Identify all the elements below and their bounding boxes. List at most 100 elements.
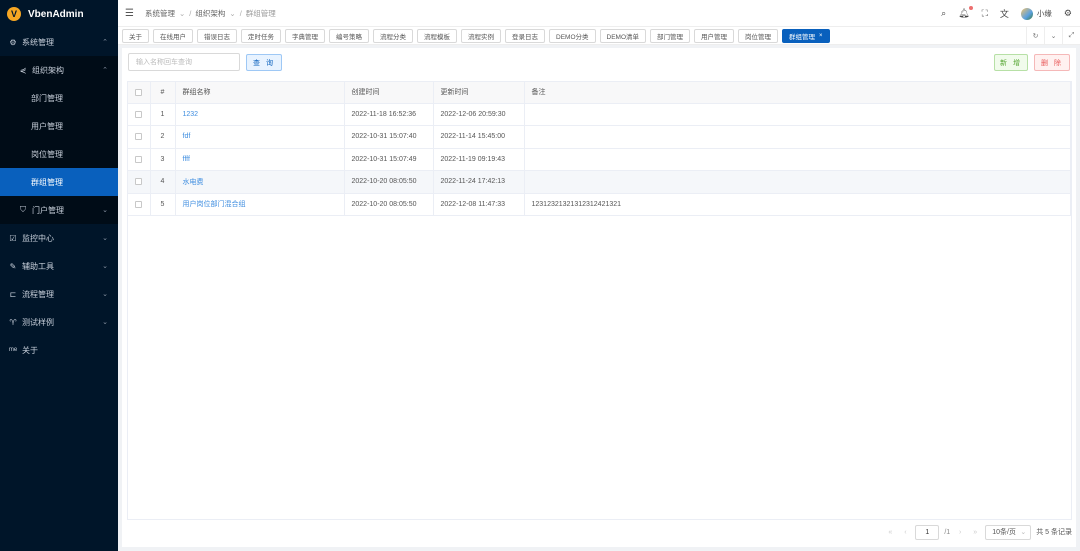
close-icon[interactable]: ×: [819, 33, 823, 39]
sidebar-item-users[interactable]: 用户管理: [0, 112, 118, 140]
sidebar-item-label: 岗位管理: [31, 149, 63, 159]
table-header-row: # 群组名称 创建时间 更新时间 备注: [128, 82, 1071, 104]
remark: [524, 170, 1071, 194]
sidebar-item-label: 部门管理: [31, 93, 63, 103]
table-row[interactable]: 1 1232 2022-11-18 16:52:36 2022-12-06 20…: [128, 103, 1071, 126]
tab-numbering[interactable]: 编号策略: [329, 28, 369, 43]
expand-icon[interactable]: ⤢: [1062, 27, 1080, 45]
prev-page-icon[interactable]: ‹: [900, 529, 910, 536]
group-name-link[interactable]: fdf: [175, 125, 345, 149]
query-button[interactable]: 查 询: [246, 54, 282, 71]
table-row[interactable]: 3 ffff 2022-10-31 15:07:49 2022-11-19 09…: [128, 148, 1071, 171]
row-index: 2: [150, 125, 176, 149]
table-row[interactable]: 4 水电费 2022-10-20 08:05:50 2022-11-24 17:…: [128, 170, 1071, 194]
breadcrumb-item-org[interactable]: 组织架构: [195, 8, 225, 19]
tab-scheduled-tasks[interactable]: 定时任务: [241, 28, 281, 43]
row-checkbox[interactable]: [128, 193, 151, 216]
created-time: 2022-11-18 16:52:36: [344, 103, 434, 126]
sidebar-item-test[interactable]: ♈ 测试样例 ⌄: [0, 308, 118, 336]
tab-users[interactable]: 用户管理: [694, 28, 734, 43]
vben-logo-icon: V: [7, 7, 21, 21]
sidebar-item-groups[interactable]: 群组管理: [0, 168, 118, 196]
tab-department[interactable]: 部门管理: [650, 28, 690, 43]
tab-flow-category[interactable]: 流程分类: [373, 28, 413, 43]
chevron-down-icon[interactable]: ⌄: [1044, 27, 1062, 45]
chevron-up-icon: ⌃: [102, 67, 108, 74]
tab-dictionary[interactable]: 字典管理: [285, 28, 325, 43]
fullscreen-icon[interactable]: ⛶: [982, 8, 988, 19]
updated-time: 2022-12-06 20:59:30: [433, 103, 525, 126]
group-name-link[interactable]: ffff: [175, 148, 345, 171]
row-checkbox[interactable]: [128, 103, 151, 126]
sidebar-item-positions[interactable]: 岗位管理: [0, 140, 118, 168]
bell-icon[interactable]: 🔔︎: [958, 6, 973, 19]
remark: [524, 103, 1071, 126]
first-page-icon[interactable]: «: [885, 529, 895, 536]
tab-groups[interactable]: 群组管理 ×: [782, 28, 830, 43]
search-icon[interactable]: ⌕: [941, 8, 946, 19]
group-name-link[interactable]: 水电费: [175, 170, 345, 194]
checkbox-box: [135, 178, 143, 186]
sidebar-item-label: 系统管理: [22, 37, 54, 47]
last-page-icon[interactable]: »: [970, 529, 980, 536]
sidebar-item-org[interactable]: ⋞ 组织架构 ⌃: [0, 56, 118, 84]
translate-icon[interactable]: 文: [1000, 7, 1009, 20]
sidebar-item-tools[interactable]: ✎ 辅助工具 ⌄: [0, 252, 118, 280]
created-time: 2022-10-20 08:05:50: [344, 170, 434, 194]
page-size-select[interactable]: 10条/页 ⌄: [985, 524, 1032, 540]
notification-dot: [968, 6, 973, 10]
sidebar-item-label: 监控中心: [22, 233, 54, 243]
tab-positions[interactable]: 岗位管理: [738, 28, 778, 43]
row-checkbox[interactable]: [128, 170, 151, 194]
app-logo[interactable]: V VbenAdmin: [0, 0, 118, 28]
user-name[interactable]: 小缘: [1037, 8, 1052, 19]
tab-about[interactable]: 关于: [122, 28, 149, 43]
groups-table: # 群组名称 创建时间 更新时间 备注 1 1232 2022-11-18 16…: [127, 81, 1072, 520]
settings-icon[interactable]: ⚙: [1064, 8, 1072, 19]
refresh-icon[interactable]: ↻: [1026, 27, 1044, 45]
group-name-link[interactable]: 用户岗位部门混合组: [175, 193, 345, 216]
row-checkbox[interactable]: [128, 148, 151, 171]
avatar[interactable]: [1020, 7, 1033, 20]
page-size-value: 10条/页: [992, 529, 1016, 536]
tab-flow-template[interactable]: 流程模板: [417, 28, 457, 43]
checkbox-box: [135, 110, 143, 118]
chevron-down-icon: ⌄: [102, 235, 108, 242]
menu-fold-icon[interactable]: ☰: [125, 8, 139, 19]
table-row[interactable]: 2 fdf 2022-10-31 15:07:40 2022-11-14 15:…: [128, 125, 1071, 149]
sidebar-item-label: 门户管理: [32, 205, 64, 215]
search-input[interactable]: [128, 53, 240, 71]
tab-flow-instance[interactable]: 流程实例: [461, 28, 501, 43]
delete-button[interactable]: 删 除: [1034, 54, 1070, 71]
tab-demo-category[interactable]: DEMO分类: [549, 28, 596, 43]
tab-error-log[interactable]: 错误日志: [197, 28, 237, 43]
row-checkbox[interactable]: [128, 125, 151, 149]
sidebar-item-monitor[interactable]: ☑ 监控中心 ⌄: [0, 224, 118, 252]
sidebar-item-label: 用户管理: [31, 121, 63, 131]
breadcrumb: 系统管理 ⌄ / 组织架构 ⌄ / 群组管理: [145, 8, 276, 19]
sidebar-item-workflow[interactable]: ⊏ 流程管理 ⌄: [0, 280, 118, 308]
total-records: 共 5 条记录: [1036, 529, 1072, 536]
sidebar-item-portal[interactable]: ⛉ 门户管理 ⌄: [0, 196, 118, 224]
org-tree-icon: ⋞: [19, 65, 27, 75]
table-row[interactable]: 5 用户岗位部门混合组 2022-10-20 08:05:50 2022-12-…: [128, 193, 1071, 216]
tab-demo-list[interactable]: DEMO清单: [599, 28, 646, 43]
tab-login-log[interactable]: 登录日志: [505, 28, 545, 43]
sidebar-item-label: 测试样例: [22, 317, 54, 327]
sidebar-item-about[interactable]: me 关于: [0, 336, 118, 364]
next-page-icon[interactable]: ›: [955, 529, 965, 536]
breadcrumb-item-system[interactable]: 系统管理: [145, 8, 175, 19]
sidebar-item-department[interactable]: 部门管理: [0, 84, 118, 112]
updated-time: 2022-11-14 15:45:00: [433, 125, 525, 149]
group-name-link[interactable]: 1232: [175, 103, 345, 126]
app-name: VbenAdmin: [28, 8, 84, 20]
chevron-down-icon: ⌄: [102, 263, 108, 270]
tab-tools: ↻ ⌄ ⤢: [1026, 27, 1080, 45]
select-all-checkbox[interactable]: [128, 82, 151, 104]
sidebar-item-system[interactable]: ⚙ 系统管理 ⌃: [0, 28, 118, 56]
add-button[interactable]: 新 增: [994, 54, 1028, 71]
chevron-up-icon: ⌃: [102, 39, 108, 46]
tab-online-users[interactable]: 在线用户: [153, 28, 193, 43]
page-number-input[interactable]: 1: [915, 524, 940, 540]
chevron-down-icon: ⌄: [102, 207, 108, 214]
